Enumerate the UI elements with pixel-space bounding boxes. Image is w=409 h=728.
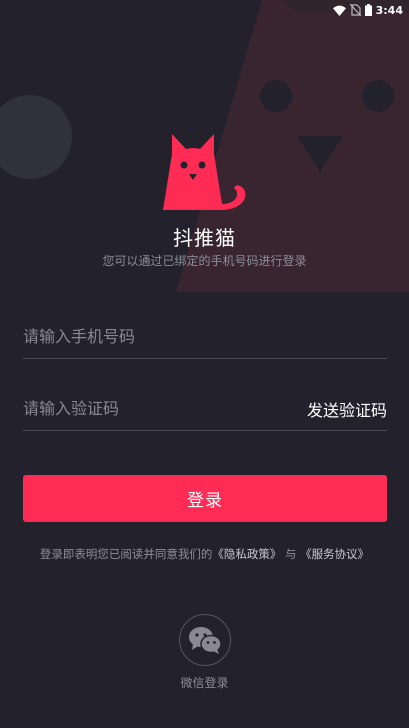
agreement-text: 登录即表明您已阅读并同意我们的《隐私政策》 与 《服务协议》 [0, 546, 409, 562]
verification-code-input[interactable] [23, 387, 299, 430]
no-sim-icon [349, 4, 361, 16]
wechat-login-label: 微信登录 [180, 676, 229, 690]
app-subtitle: 您可以通过已绑定的手机号码进行登录 [102, 254, 307, 268]
verification-code-field: 发送验证码 [23, 387, 387, 431]
send-code-button[interactable]: 发送验证码 [299, 397, 387, 421]
phone-field [23, 315, 387, 359]
wechat-login: 微信登录 [0, 614, 409, 691]
login-button[interactable]: 登录 [23, 475, 387, 522]
status-time: 3:44 [375, 3, 403, 17]
agreement-conjunction: 与 [285, 547, 297, 561]
service-agreement-link[interactable]: 《服务协议》 [300, 547, 369, 561]
app-title: 抖推猫 [173, 226, 236, 250]
status-bar: 3:44 [0, 0, 409, 20]
privacy-policy-link[interactable]: 《隐私政策》 [212, 547, 281, 561]
agreement-prefix: 登录即表明您已阅读并同意我们的 [39, 547, 213, 561]
app-logo [160, 132, 250, 214]
wifi-icon [332, 5, 346, 16]
battery-icon [364, 4, 372, 16]
cat-logo-icon [163, 134, 246, 210]
wechat-icon [188, 627, 222, 654]
phone-input[interactable] [23, 315, 387, 358]
wechat-login-button[interactable] [178, 614, 231, 666]
